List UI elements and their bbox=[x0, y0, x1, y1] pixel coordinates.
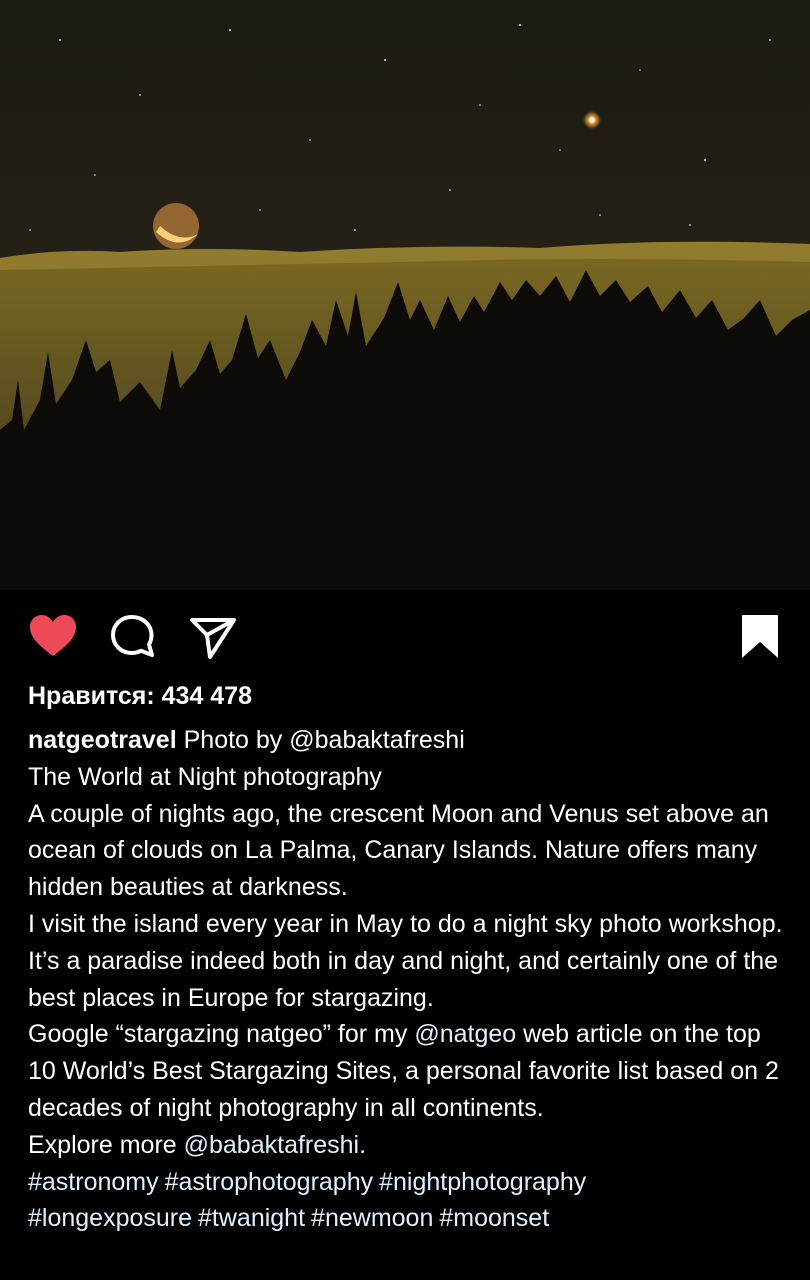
hashtags-line-1: #astronomy #astrophotography #nightphotogr… bbox=[28, 1164, 788, 1201]
explore-text: Explore more bbox=[28, 1130, 177, 1159]
comment-bubble-icon[interactable] bbox=[108, 612, 158, 662]
heart-filled-icon[interactable] bbox=[28, 612, 78, 662]
caption-paragraph-3-start: Google “stargazing natgeo” for my bbox=[28, 1020, 408, 1049]
hashtag-link[interactable]: #newmoon bbox=[311, 1204, 433, 1232]
likes-count[interactable]: Нравится: 434 478 bbox=[28, 682, 252, 711]
hashtag-link[interactable]: #nightphotography bbox=[379, 1168, 586, 1196]
caption-intro: Photo by bbox=[183, 726, 283, 754]
hashtag-link[interactable]: #twanight bbox=[198, 1204, 305, 1232]
bookmark-filled-icon[interactable] bbox=[735, 612, 785, 662]
hashtag-link[interactable]: #astrophotography bbox=[165, 1168, 373, 1196]
caption-explore: Explore more @babaktafreshi. bbox=[28, 1127, 788, 1164]
author-username[interactable]: natgeotravel bbox=[28, 726, 177, 754]
explore-mention-link[interactable]: @babaktafreshi. bbox=[184, 1131, 366, 1159]
caption-paragraph-1: A couple of nights ago, the crescent Moo… bbox=[28, 799, 769, 902]
caption-paragraph-2: I visit the island every year in May to … bbox=[28, 909, 783, 1012]
hashtag-link[interactable]: #moonset bbox=[439, 1204, 549, 1232]
paper-plane-icon[interactable] bbox=[188, 612, 238, 662]
hashtag-link[interactable]: #longexposure bbox=[28, 1204, 192, 1232]
caption-title: The World at Night photography bbox=[28, 762, 382, 791]
credit-mention-link[interactable]: @babaktafreshi bbox=[289, 726, 464, 754]
moon bbox=[153, 203, 199, 249]
post-action-bar bbox=[0, 590, 810, 680]
natgeo-mention-link[interactable]: @natgeo bbox=[414, 1020, 516, 1048]
post-photo[interactable] bbox=[0, 0, 810, 590]
caption-paragraph-3: Google “stargazing natgeo” for my @natge… bbox=[28, 1016, 788, 1126]
caption-first-line: natgeotravel Photo by @babaktafreshi bbox=[28, 722, 788, 759]
hashtags-line-2: #longexposure #twanight #newmoon #moonset bbox=[28, 1200, 788, 1237]
hashtag-link[interactable]: #astronomy bbox=[28, 1168, 159, 1196]
post-caption: natgeotravel Photo by @babaktafreshi The… bbox=[28, 722, 788, 1237]
